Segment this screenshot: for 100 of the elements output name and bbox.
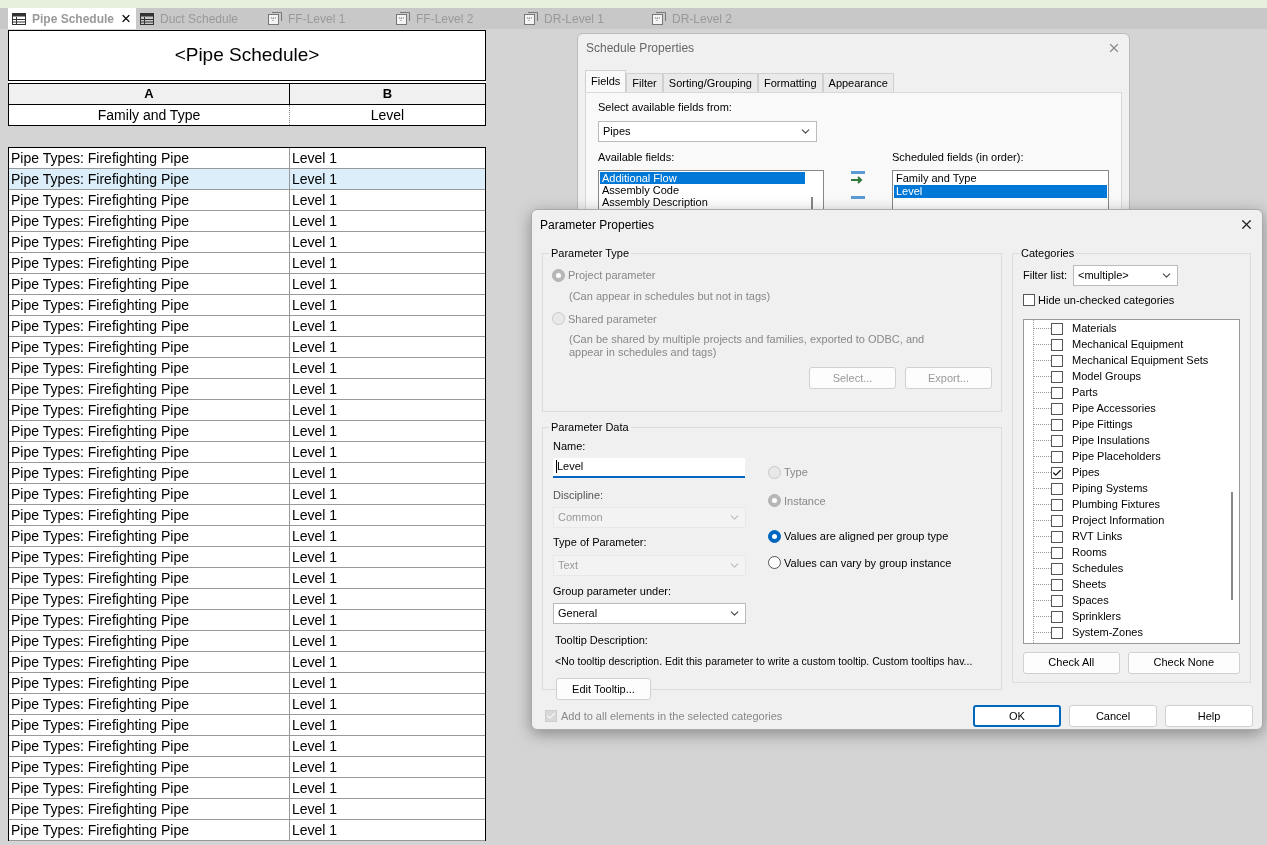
checkbox[interactable] — [1023, 294, 1035, 307]
list-item[interactable]: Additional Flow — [600, 172, 805, 184]
radio-button[interactable] — [768, 529, 781, 543]
categories-list[interactable] — [1023, 318, 1240, 644]
dialog-tab[interactable]: Fields — [585, 70, 627, 92]
category-label: Materials — [1072, 321, 1117, 337]
checkbox[interactable] — [1051, 594, 1063, 607]
schedule-row[interactable]: Pipe Types: Firefighting Pipe Level 1 — [9, 505, 485, 526]
schedule-row[interactable]: Pipe Types: Firefighting Pipe Level 1 — [9, 442, 485, 463]
table-icon — [140, 12, 154, 25]
option-label: Project parameter — [568, 268, 656, 283]
checkbox[interactable] — [1051, 386, 1063, 399]
schedule-row[interactable]: Pipe Types: Firefighting Pipe Level 1 — [9, 589, 485, 610]
schedule-row[interactable]: Pipe Types: Firefighting Pipe Level 1 — [9, 421, 485, 442]
schedule-row[interactable]: Pipe Types: Firefighting Pipe Level 1 — [9, 232, 485, 253]
checkbox[interactable] — [1051, 578, 1063, 591]
table-cell-text: Level 1 — [291, 212, 339, 231]
schedule-row[interactable]: Pipe Types: Firefighting Pipe Level 1 — [9, 148, 485, 169]
checkbox[interactable] — [1051, 322, 1063, 335]
dialog-button[interactable]: OK — [973, 705, 1061, 727]
edit-tooltip-button[interactable]: Edit Tooltip... — [556, 678, 651, 701]
schedule-row[interactable]: Pipe Types: Firefighting Pipe Level 1 — [9, 463, 485, 484]
checkbox[interactable] — [1051, 434, 1063, 447]
radio-button[interactable] — [768, 556, 781, 570]
checkbox[interactable] — [1051, 418, 1063, 431]
radio-button[interactable] — [552, 268, 565, 282]
close-icon[interactable] — [120, 12, 132, 25]
checkbox[interactable] — [1051, 546, 1063, 559]
category-label: Project Information — [1072, 513, 1165, 529]
radio-button[interactable] — [768, 494, 781, 508]
table-cell: Pipe Types: Firefighting Pipe — [9, 295, 290, 315]
check-all-button[interactable]: Check All — [1023, 651, 1120, 674]
schedule-row[interactable]: Pipe Types: Firefighting Pipe Level 1 — [9, 673, 485, 694]
checkbox[interactable] — [1051, 402, 1063, 415]
list-item[interactable]: Assembly Description — [600, 196, 805, 208]
dialog-button[interactable]: Cancel — [1069, 705, 1157, 727]
add-field-icon[interactable] — [850, 170, 866, 185]
schedule-row[interactable]: Pipe Types: Firefighting Pipe Level 1 — [9, 568, 485, 589]
schedule-row[interactable]: Pipe Types: Firefighting Pipe Level 1 — [9, 400, 485, 421]
group-dropdown[interactable]: General — [553, 603, 746, 624]
column-letter[interactable]: A — [9, 84, 290, 104]
schedule-row[interactable]: Pipe Types: Firefighting Pipe Level 1 — [9, 820, 485, 841]
source-dropdown[interactable]: Pipes — [598, 120, 817, 142]
schedule-row[interactable]: Pipe Types: Firefighting Pipe Level 1 — [9, 253, 485, 274]
field-label: Filter list: — [1023, 268, 1067, 284]
schedule-row[interactable]: Pipe Types: Firefighting Pipe Level 1 — [9, 190, 485, 211]
checkbox[interactable] — [1051, 530, 1063, 543]
dialog-tab[interactable]: Sorting/Grouping — [662, 73, 758, 92]
table-cell-text: Level 1 — [291, 170, 339, 189]
checkbox[interactable] — [1051, 626, 1063, 639]
schedule-row[interactable]: Pipe Types: Firefighting Pipe Level 1 — [9, 484, 485, 505]
checkbox[interactable] — [1051, 338, 1063, 351]
schedule-row[interactable]: Pipe Types: Firefighting Pipe Level 1 — [9, 358, 485, 379]
checkbox[interactable] — [1051, 450, 1063, 463]
schedule-row[interactable]: Pipe Types: Firefighting Pipe Level 1 — [9, 274, 485, 295]
close-icon[interactable] — [1239, 217, 1254, 232]
list-item[interactable]: Level — [894, 185, 1107, 198]
schedule-row[interactable]: Pipe Types: Firefighting Pipe Level 1 — [9, 337, 485, 358]
filter-dropdown[interactable]: <multiple> — [1073, 265, 1178, 286]
name-input[interactable]: Level — [553, 457, 745, 478]
checkbox[interactable] — [1051, 562, 1063, 575]
schedule-row[interactable]: Pipe Types: Firefighting Pipe Level 1 — [9, 694, 485, 715]
schedule-row[interactable]: Pipe Types: Firefighting Pipe Level 1 — [9, 715, 485, 736]
checkbox[interactable] — [1051, 482, 1063, 495]
dialog-tab[interactable]: Formatting — [757, 73, 823, 92]
dialog-tab[interactable]: Appearance — [822, 73, 894, 92]
schedule-row[interactable]: Pipe Types: Firefighting Pipe Level 1 — [9, 211, 485, 232]
schedule-row[interactable]: Pipe Types: Firefighting Pipe Level 1 — [9, 652, 485, 673]
schedule-row[interactable]: Pipe Types: Firefighting Pipe Level 1 — [9, 526, 485, 547]
list-item[interactable]: Family and Type — [894, 172, 1107, 185]
table-cell: Pipe Types: Firefighting Pipe — [9, 589, 290, 609]
tooltip-description: <No tooltip description. Edit this parameter to write a custom tooltip. Custom tooltips hav... — [555, 653, 974, 669]
checkbox[interactable] — [1051, 466, 1063, 479]
schedule-row[interactable]: Pipe Types: Firefighting Pipe Level 1 — [9, 316, 485, 337]
schedule-row[interactable]: Pipe Types: Firefighting Pipe Level 1 — [9, 610, 485, 631]
schedule-row[interactable]: Pipe Types: Firefighting Pipe Level 1 — [9, 169, 485, 190]
list-item[interactable]: Assembly Code — [600, 184, 805, 196]
table-cell-text: Level 1 — [291, 191, 339, 210]
schedule-row[interactable]: Pipe Types: Firefighting Pipe Level 1 — [9, 757, 485, 778]
dialog-button[interactable]: Help — [1165, 705, 1253, 727]
field-label: Group parameter under: — [553, 583, 672, 599]
field-label: Discipline: — [553, 487, 605, 503]
schedule-row[interactable]: Pipe Types: Firefighting Pipe Level 1 — [9, 736, 485, 757]
schedule-row[interactable]: Pipe Types: Firefighting Pipe Level 1 — [9, 799, 485, 820]
checkbox[interactable] — [1051, 370, 1063, 383]
checkbox[interactable] — [1051, 498, 1063, 511]
column-letter[interactable]: B — [290, 84, 485, 104]
checkbox[interactable] — [1051, 610, 1063, 623]
category-label: Piping Systems — [1072, 481, 1148, 497]
schedule-row[interactable]: Pipe Types: Firefighting Pipe Level 1 — [9, 547, 485, 568]
schedule-row[interactable]: Pipe Types: Firefighting Pipe Level 1 — [9, 631, 485, 652]
checkbox[interactable] — [1051, 514, 1063, 527]
check-none-button[interactable]: Check None — [1127, 651, 1240, 674]
schedule-row[interactable]: Pipe Types: Firefighting Pipe Level 1 — [9, 778, 485, 799]
schedule-row[interactable]: Pipe Types: Firefighting Pipe Level 1 — [9, 379, 485, 400]
schedule-row[interactable]: Pipe Types: Firefighting Pipe Level 1 — [9, 295, 485, 316]
checkbox[interactable] — [1051, 354, 1063, 367]
dialog-tab[interactable]: Filter — [626, 73, 663, 92]
category-label: Pipe Insulations — [1072, 433, 1150, 449]
category-label: Model Groups — [1072, 369, 1142, 385]
